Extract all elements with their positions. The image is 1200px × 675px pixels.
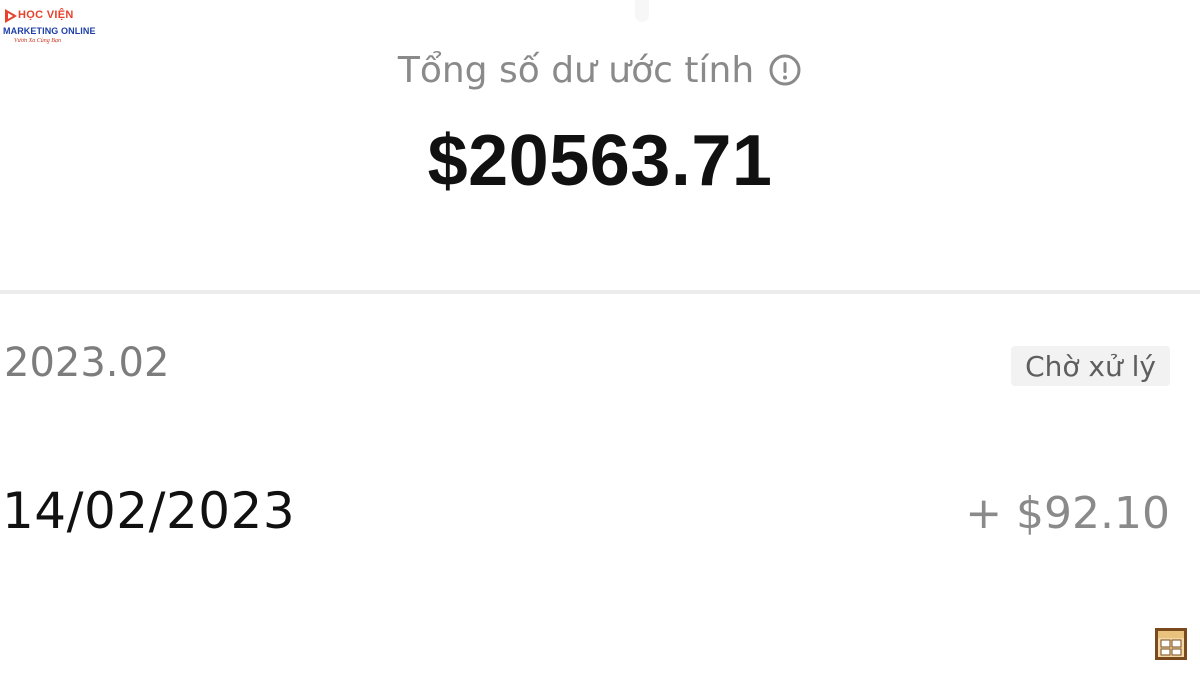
info-circle-icon[interactable] <box>768 53 802 87</box>
period-label: 2023.02 <box>4 340 170 386</box>
balance-label: Tổng số dư ước tính <box>397 49 755 91</box>
transaction-amount: + $92.10 <box>965 488 1170 539</box>
watermark-subtitle: MARKETING ONLINE <box>3 26 96 36</box>
top-handle <box>635 0 649 22</box>
play-logo-icon <box>5 9 17 23</box>
transaction-date: 14/02/2023 <box>2 482 296 540</box>
estimated-balance: $20563.71 <box>427 121 773 201</box>
balance-header: Tổng số dư ước tính <box>0 44 1200 96</box>
watermark-title: HỌC VIỆN <box>18 9 74 21</box>
section-divider <box>0 290 1200 294</box>
watermark-logo: HỌC VIỆN MARKETING ONLINE Vươn Xa Cùng B… <box>2 4 96 46</box>
video-frame-icon[interactable] <box>1154 627 1188 661</box>
status-badge: Chờ xử lý <box>1011 346 1170 386</box>
